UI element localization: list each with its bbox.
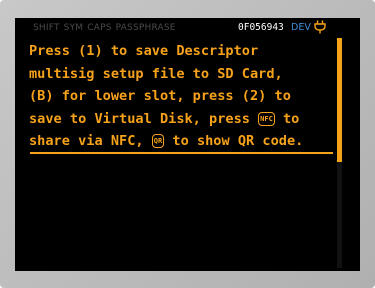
network-label: DEV [291, 22, 311, 33]
message-line-5-tail: to show QR code. [164, 133, 304, 149]
mode-caps: CAPS [87, 23, 112, 33]
message-line-4-tail: to [274, 110, 300, 127]
plug-icon [314, 20, 326, 34]
instruction-message: Press (1) to save Descriptor multisig se… [29, 40, 339, 153]
mode-shift: SHIFT [33, 23, 60, 33]
message-line-3: (B) for lower slot, press (2) to [29, 88, 291, 104]
status-bar: SHIFT SYM CAPS PASSPHRASE 0F056943 DEV [15, 18, 360, 36]
message-line-4-text: save to Virtual Disk, press [29, 110, 259, 127]
message-line-4: save to Virtual Disk, press NFC to [29, 108, 339, 131]
qr-key-icon: QR [151, 134, 165, 148]
message-line-5: share via NFC, QR to show QR code. [29, 130, 339, 153]
nfc-key-icon: NFC [258, 111, 275, 126]
message-line-5-text: share via NFC, [29, 133, 152, 149]
keyboard-mode-indicators: SHIFT SYM CAPS PASSPHRASE [33, 23, 180, 33]
wallet-fingerprint: 0F056943 [238, 22, 284, 33]
mode-sym: SYM [63, 23, 84, 33]
message-line-1: Press (1) to save Descriptor [29, 43, 259, 59]
mode-passphrase: PASSPHRASE [115, 23, 176, 33]
message-line-2: multisig setup file to SD Card, [29, 65, 283, 82]
device-bezel: SHIFT SYM CAPS PASSPHRASE 0F056943 DEV Pres… [0, 0, 375, 288]
device-screen: SHIFT SYM CAPS PASSPHRASE 0F056943 DEV Pres… [15, 18, 360, 271]
message-divider [30, 152, 333, 154]
